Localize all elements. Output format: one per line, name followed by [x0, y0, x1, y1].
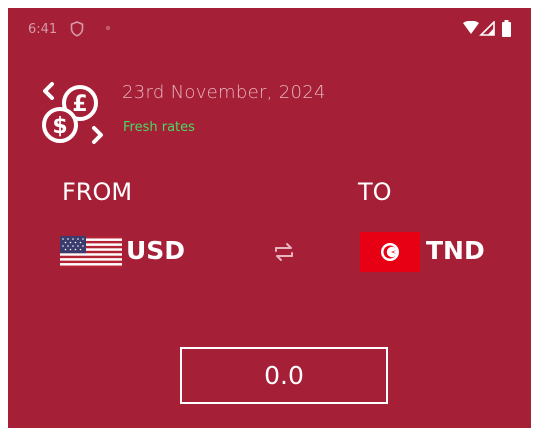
currency-exchange-icon: £ $ [42, 82, 103, 144]
battery-icon [502, 20, 511, 37]
app-screen: 6:41 £ $ 23rd November, 2024 Fresh rates [8, 8, 531, 428]
svg-text:$: $ [52, 114, 67, 139]
rates-date: 23rd November, 2024 [122, 82, 326, 103]
swap-icon[interactable] [270, 238, 298, 266]
amount-input[interactable]: 0.0 [180, 347, 388, 404]
dot-icon [105, 25, 111, 31]
from-currency-code: USD [126, 236, 186, 265]
rates-status: Fresh rates [123, 120, 195, 135]
us-flag-icon [60, 236, 122, 268]
signal-icon [479, 21, 495, 36]
svg-text:£: £ [72, 92, 87, 117]
status-bar: 6:41 [8, 8, 531, 48]
from-label: FROM [62, 178, 133, 206]
to-currency-code: TND [426, 236, 485, 265]
to-label: TO [358, 178, 392, 206]
wifi-icon [463, 21, 479, 34]
shield-icon [70, 21, 84, 37]
status-time: 6:41 [28, 22, 58, 37]
tn-flag-icon [360, 232, 420, 272]
